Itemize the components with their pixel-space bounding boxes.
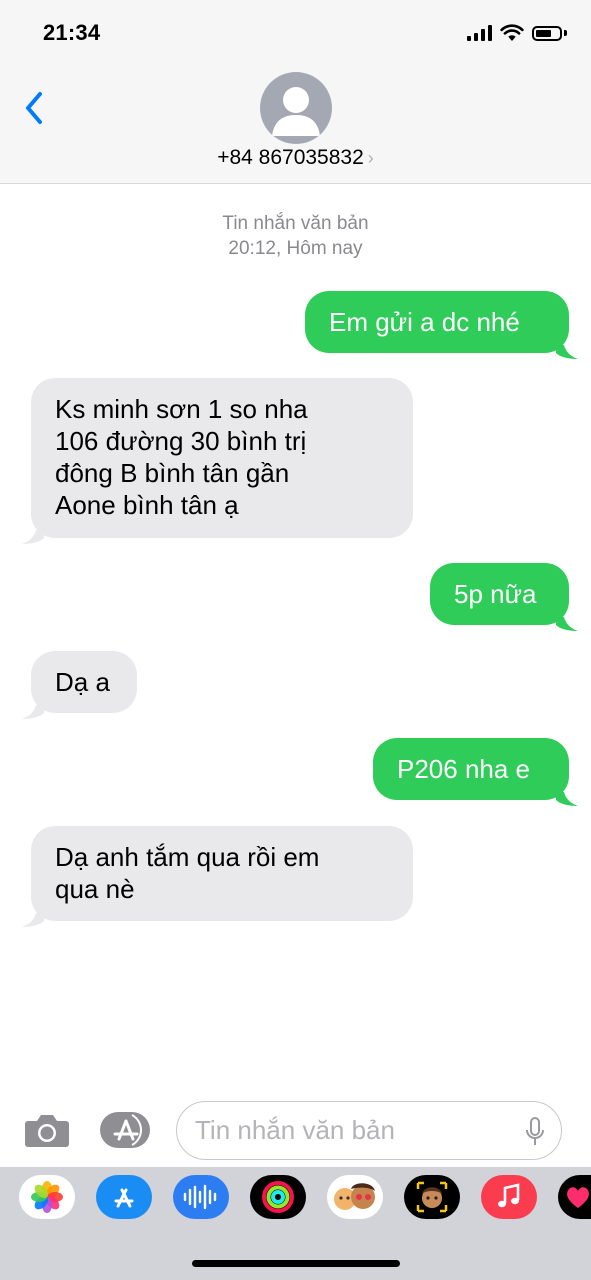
app-store-icon (114, 1188, 134, 1208)
memoji-icon (416, 1181, 448, 1213)
bubble-tail (556, 792, 578, 806)
bubble-tail (556, 617, 578, 631)
outgoing-message-bubble[interactable]: P206 nha e (373, 738, 578, 806)
message-text: 106 đường 30 bình trị (55, 426, 307, 456)
activity-icon (262, 1181, 294, 1213)
contact-name-button[interactable]: +84 867035832 › (0, 146, 591, 170)
bubble-tail (22, 913, 44, 927)
photos-app-button[interactable] (19, 1175, 75, 1219)
person-icon (272, 87, 320, 136)
message-text: Dạ anh tắm qua rồi em (55, 842, 320, 872)
conversation-header: 21:34 +84 867035832 › (0, 0, 591, 184)
message-text: Ks minh sơn 1 so nha (55, 394, 308, 424)
activity-app-button[interactable] (250, 1175, 306, 1219)
audio-icon (183, 1184, 217, 1210)
camera-button[interactable] (24, 1112, 70, 1148)
music-app-button[interactable] (481, 1175, 537, 1219)
message-text: Aone bình tân ạ (55, 490, 239, 520)
memoji-stickers-icon (334, 1183, 375, 1210)
outgoing-message-bubble[interactable]: Em gửi a dc nhé (305, 291, 578, 359)
camera-icon (25, 1115, 69, 1147)
message-text: đông B bình tân gần (55, 458, 290, 488)
battery-icon (532, 25, 562, 41)
memoji-app-button[interactable] (404, 1175, 460, 1219)
status-icons (467, 24, 567, 42)
microphone-icon (526, 1117, 544, 1145)
music-icon (498, 1183, 520, 1208)
back-button[interactable] (20, 88, 50, 128)
memoji-stickers-app-button[interactable] (327, 1175, 383, 1219)
incoming-message-bubble[interactable]: Dạ a (22, 651, 137, 719)
bubble-tail (22, 705, 44, 719)
chevron-left-icon (26, 92, 42, 124)
message-text: Dạ a (55, 667, 110, 697)
status-time: 21:34 (43, 20, 101, 45)
apps-icon (100, 1112, 150, 1148)
bubble-tail (556, 345, 578, 359)
incoming-message-bubble[interactable]: Dạ anh tắm qua rồi em qua nè (22, 826, 413, 927)
dictation-button[interactable] (522, 1116, 548, 1148)
app-store-app-button[interactable] (96, 1175, 152, 1219)
digital-touch-icon (567, 1187, 589, 1208)
chevron-right-icon: › (367, 148, 374, 168)
message-text: qua nè (55, 874, 135, 904)
outgoing-message-bubble[interactable]: 5p nữa (430, 563, 578, 631)
message-input[interactable] (176, 1101, 562, 1160)
message-text: Em gửi a dc nhé (329, 307, 520, 337)
audio-app-button[interactable] (173, 1175, 229, 1219)
cellular-signal-icon (467, 25, 492, 41)
bubble-tail (22, 530, 44, 544)
wifi-icon (500, 24, 524, 41)
photos-icon (31, 1181, 63, 1213)
app-store-button[interactable] (99, 1110, 153, 1150)
incoming-message-bubble[interactable]: Ks minh sơn 1 so nha 106 đường 30 bình t… (22, 378, 413, 544)
home-indicator[interactable] (192, 1260, 400, 1267)
contact-avatar[interactable] (260, 72, 332, 144)
message-timestamp: 20:12, Hôm nay (228, 238, 363, 259)
message-text: P206 nha e (397, 754, 531, 784)
message-type-label: Tin nhắn văn bản (222, 213, 369, 234)
contact-number: +84 867035832 (217, 146, 364, 169)
message-text: 5p nữa (454, 579, 537, 609)
